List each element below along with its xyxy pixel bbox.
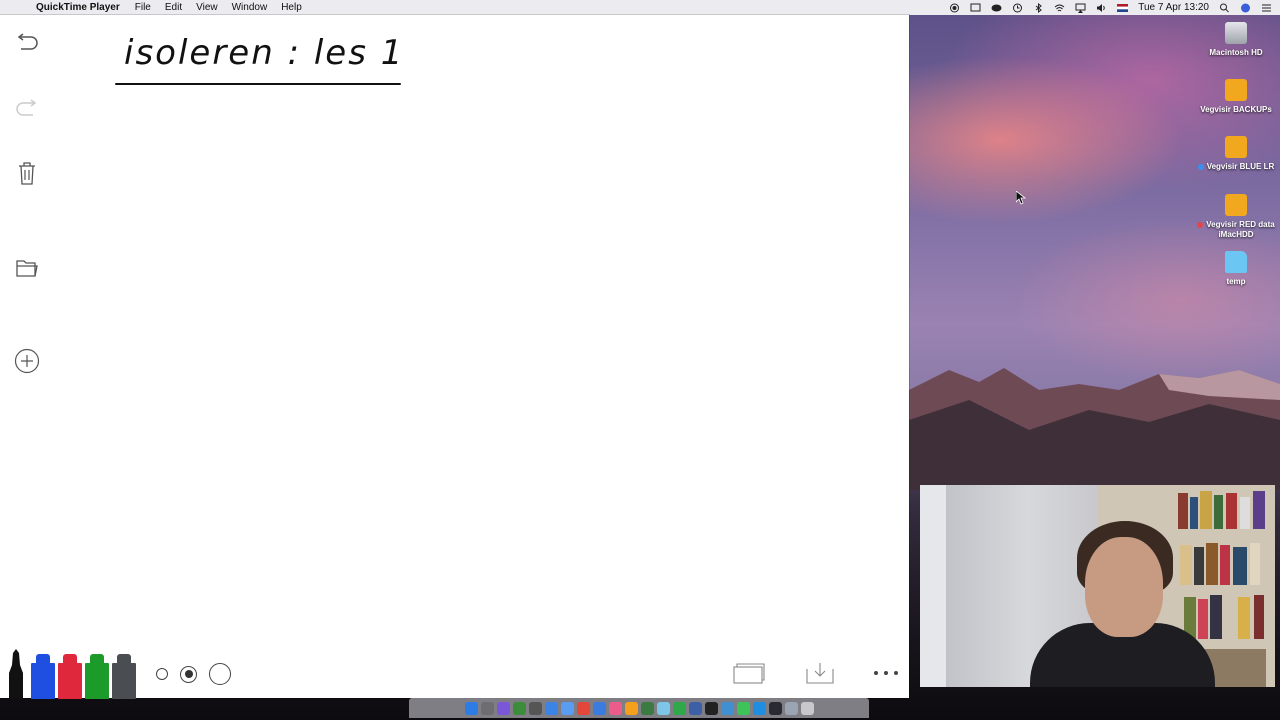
marker-green[interactable] [85,649,109,699]
desktop-icon-macintosh-hd[interactable]: Macintosh HD [1191,22,1280,58]
creative-cloud-icon[interactable] [991,3,1002,13]
menu-help[interactable]: Help [274,0,309,15]
input-source-flag-icon[interactable] [1117,3,1129,13]
status-tray: Tue 7 Apr 13:20 [949,0,1272,15]
dock-app-icon[interactable] [528,701,542,715]
pen-size-large[interactable] [209,663,231,685]
dock-app-icon[interactable] [640,701,654,715]
wallpaper-mountains [909,368,1280,490]
add-page-button[interactable] [14,348,40,374]
download-icon [806,663,834,684]
menubar-clock[interactable]: Tue 7 Apr 13:20 [1138,0,1209,15]
dock-app-icon[interactable] [784,701,798,715]
handwritten-title: isoleren : les 1 [124,33,405,73]
marker-blue[interactable] [31,649,55,699]
dock-app-icon[interactable] [496,701,510,715]
dock-app-icon[interactable] [656,701,670,715]
marker-red[interactable] [58,649,82,699]
user-avatar-icon[interactable] [1240,3,1251,13]
folder-icon [1225,251,1247,273]
dock-app-icon[interactable] [800,701,814,715]
dock-app-icon[interactable] [608,701,622,715]
dock-app-icon[interactable] [624,701,638,715]
desktop-icon-vegvisir-blue[interactable]: Vegvisir BLUE LR [1191,136,1280,172]
open-file-button[interactable] [14,255,40,281]
dock-app-icon[interactable] [480,701,494,715]
app-menu[interactable]: QuickTime Player [28,0,128,15]
dock-app-icon[interactable] [560,701,574,715]
dock-app-icon[interactable] [464,701,478,715]
more-dots-icon [874,671,898,675]
marker-black[interactable] [4,649,28,699]
undo-icon [17,33,38,50]
bluetooth-icon[interactable] [1033,2,1044,13]
external-drive-icon [1225,79,1247,101]
hard-drive-icon [1225,22,1247,44]
wifi-icon[interactable] [1054,3,1065,13]
desktop-icon-temp[interactable]: temp [1191,251,1280,287]
pages-button[interactable] [732,659,766,687]
dock-app-icon[interactable] [768,701,782,715]
dock-app-icon[interactable] [592,701,606,715]
more-button[interactable] [870,659,902,687]
dock-app-icon[interactable] [752,701,766,715]
clear-button[interactable] [14,160,40,186]
airplay-icon[interactable] [1075,3,1086,13]
menu-window[interactable]: Window [225,0,275,15]
black-marker-icon [9,649,23,699]
external-drive-icon [1225,194,1247,216]
menu-edit[interactable]: Edit [158,0,189,15]
menu-file[interactable]: File [128,0,158,15]
volume-icon[interactable] [1096,3,1107,13]
folder-icon [16,260,38,277]
dock-app-icon[interactable] [736,701,750,715]
spotlight-icon[interactable] [1219,3,1230,13]
mouse-cursor-icon [1016,191,1026,205]
export-button[interactable] [803,659,837,687]
menu-view[interactable]: View [189,0,225,15]
webcam-overlay [920,485,1275,687]
pen-size-picker [156,663,231,685]
external-drive-icon [1225,136,1247,158]
presenter-face [1085,537,1163,637]
pen-size-medium[interactable] [180,665,197,683]
trash-icon [19,162,35,185]
red-tag-icon [1197,221,1204,228]
dock-app-icon[interactable] [704,701,718,715]
dock-app-icon[interactable] [512,701,526,715]
eraser[interactable] [112,649,136,699]
undo-button[interactable] [14,29,40,55]
plus-circle-icon [14,348,40,374]
title-underline [115,83,401,85]
time-machine-icon[interactable] [1012,3,1023,13]
redo-button[interactable] [14,95,40,121]
blue-tag-icon [1197,163,1204,170]
desktop-icon-vegvisir-red[interactable]: Vegvisir RED data iMacHDD [1191,194,1280,240]
pages-icon [733,663,765,684]
record-icon[interactable] [949,3,960,13]
dock-app-icon[interactable] [544,701,558,715]
dock-app-icon[interactable] [672,701,686,715]
dock-app-icon[interactable] [576,701,590,715]
whiteboard-window: isoleren : les 1 [0,15,909,699]
menu-bar: QuickTime Player File Edit View Window H… [0,0,1280,15]
dock-app-icon[interactable] [720,701,734,715]
dock-app-icon[interactable] [688,701,702,715]
pen-size-small[interactable] [156,668,168,680]
screen-icon[interactable] [970,3,981,13]
desktop-icon-vegvisir-backups[interactable]: Vegvisir BACKUPs [1191,79,1280,115]
marker-palette [4,649,136,699]
dock [409,698,869,718]
redo-icon [16,99,37,116]
notification-center-icon[interactable] [1261,3,1272,13]
